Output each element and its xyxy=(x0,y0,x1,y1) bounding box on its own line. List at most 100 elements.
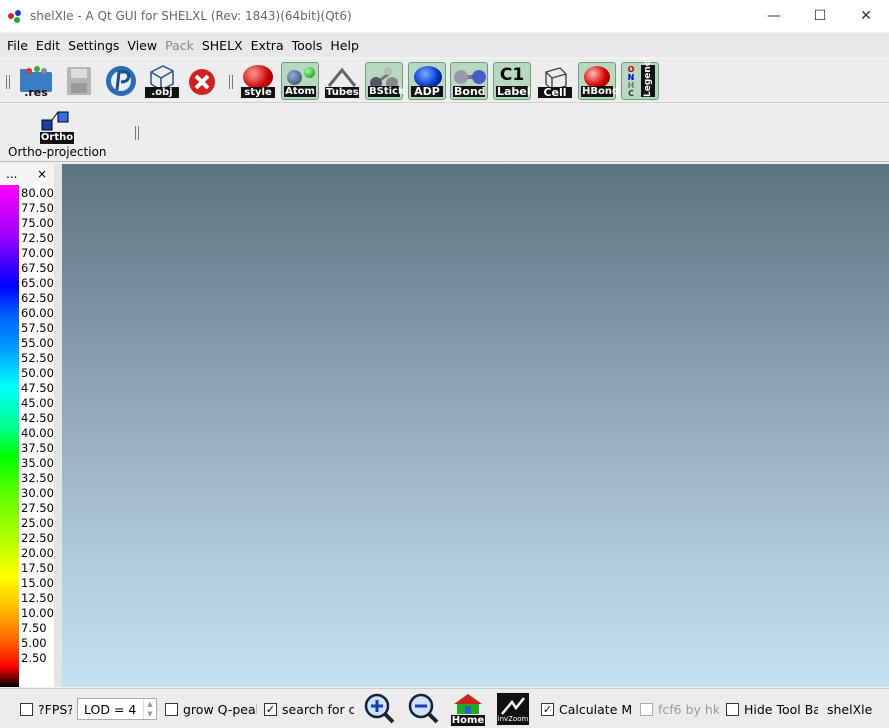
checkbox-box[interactable]: ✓ xyxy=(541,702,554,716)
scale-label: 67.50 xyxy=(21,261,54,275)
fcf6-checkbox: fcf6 by hkl xyxy=(640,699,719,719)
scale-label: 10.00 xyxy=(21,606,54,620)
grow-qpeak-checkbox[interactable]: grow Q-peal xyxy=(165,699,257,719)
cell-label: Cell xyxy=(538,87,572,98)
scale-label: 70.00 xyxy=(21,246,54,260)
menu-extra[interactable]: Extra xyxy=(247,38,288,53)
scale-label: 20.00 xyxy=(21,546,54,560)
app-icon xyxy=(7,8,23,24)
scale-label: 25.00 xyxy=(21,516,54,530)
title-bar: shelXle - A Qt GUI for SHELXL (Rev: 1843… xyxy=(0,0,889,32)
scale-label: 80.00 xyxy=(21,186,54,200)
checkbox-box[interactable] xyxy=(726,702,739,716)
hbond-icon xyxy=(584,66,610,88)
menu-file[interactable]: File xyxy=(3,38,32,53)
atom-button[interactable]: Atom xyxy=(281,62,319,100)
menu-help[interactable]: Help xyxy=(326,38,363,53)
ortho-projection-button[interactable]: Ortho xyxy=(40,110,74,144)
scale-label: 40.00 xyxy=(21,426,54,440)
checkbox-box[interactable] xyxy=(165,702,178,716)
scale-labels: 80.00 77.50 75.00 72.50 70.00 67.50 65.00 62.50… xyxy=(21,186,54,666)
maximize-button[interactable]: ☐ xyxy=(797,0,843,32)
zoom-in-button[interactable] xyxy=(362,692,396,726)
home-icon xyxy=(454,694,482,714)
scale-label: 37.50 xyxy=(21,441,54,455)
menu-view[interactable]: View xyxy=(123,38,161,53)
open-res-button[interactable]: .res xyxy=(17,62,55,100)
scale-label: 55.00 xyxy=(21,336,54,350)
toolbar-handle[interactable] xyxy=(6,75,10,89)
tubes-button[interactable]: Tubes xyxy=(323,62,361,100)
scale-label: 5.00 xyxy=(21,636,47,650)
inverse-zoom-button[interactable]: invZoom xyxy=(496,692,530,726)
checkbox-box[interactable] xyxy=(20,702,33,716)
povray-icon xyxy=(106,66,136,96)
scale-float-button[interactable]: ... xyxy=(6,167,17,181)
home-label: Home xyxy=(451,715,485,726)
menu-pack: Pack xyxy=(165,37,194,53)
scale-label: 65.00 xyxy=(21,276,54,290)
scale-label: 32.50 xyxy=(21,471,54,485)
menu-settings[interactable]: Settings xyxy=(64,38,123,53)
secondary-toolbar: Ortho Ortho-projection xyxy=(0,104,889,162)
hbond-button[interactable]: HBond xyxy=(578,62,619,100)
label-button[interactable]: C1 Label xyxy=(493,62,531,100)
fps-checkbox[interactable]: ?FPS? xyxy=(20,699,72,719)
scale-label: 12.50 xyxy=(21,591,54,605)
scale-label: 42.50 xyxy=(21,411,54,425)
close-button[interactable]: ✕ xyxy=(843,0,889,32)
lod-spinbox[interactable]: LOD = 4 ▲ ▼ xyxy=(77,698,157,720)
style-button[interactable]: style xyxy=(239,62,277,100)
scale-label: 52.50 xyxy=(21,351,54,365)
menu-shelx[interactable]: SHELX xyxy=(198,38,247,53)
close-file-button[interactable] xyxy=(183,62,221,100)
toolbar2-handle[interactable] xyxy=(135,126,139,140)
cell-button[interactable]: Cell xyxy=(536,62,574,100)
save-button xyxy=(60,62,98,100)
spin-arrows[interactable]: ▲ ▼ xyxy=(143,699,156,719)
window-title: shelXle - A Qt GUI for SHELXL (Rev: 1843… xyxy=(30,9,352,23)
scale-label: 15.00 xyxy=(21,576,54,590)
bond-button[interactable]: Bond xyxy=(450,62,488,100)
zoom-out-button[interactable] xyxy=(406,692,440,726)
scale-label: 17.50 xyxy=(21,561,54,575)
minimize-button[interactable]: — xyxy=(751,0,797,32)
atom-icon xyxy=(287,70,302,85)
scale-label: 27.50 xyxy=(21,501,54,515)
calculate-checkbox[interactable]: ✓ Calculate Ma xyxy=(541,699,633,719)
legend-button[interactable]: O N H C Legend xyxy=(621,60,659,100)
scale-close-button[interactable]: × xyxy=(37,167,47,181)
scale-label: 60.00 xyxy=(21,306,54,320)
search-checkbox[interactable]: ✓ search for d xyxy=(264,699,354,719)
splitter[interactable] xyxy=(54,164,62,687)
scale-label: 22.50 xyxy=(21,531,54,545)
ball-stick-button[interactable]: BStick xyxy=(365,62,405,100)
app-name-label: shelXle xyxy=(827,701,873,717)
checkbox-box[interactable]: ✓ xyxy=(264,702,277,716)
status-bar: ?FPS? LOD = 4 ▲ ▼ grow Q-peal ✓ search fo… xyxy=(0,688,889,728)
scale-label: 7.50 xyxy=(21,621,47,635)
menu-edit[interactable]: Edit xyxy=(32,38,64,53)
scale-label: 62.50 xyxy=(21,291,54,305)
atom-label: Atom xyxy=(284,86,316,97)
povray-button[interactable] xyxy=(102,62,140,100)
toolbar-separator xyxy=(229,75,233,89)
scale-label: 35.00 xyxy=(21,456,54,470)
zoom-in-icon xyxy=(364,693,395,724)
label-label: Label xyxy=(496,85,531,98)
hide-toolbar-checkbox[interactable]: Hide Tool Ba xyxy=(726,699,818,719)
scale-label: 2.50 xyxy=(21,651,47,665)
invzoom-label: invZoom xyxy=(497,715,529,723)
menu-tools[interactable]: Tools xyxy=(288,38,327,53)
close-circle-icon xyxy=(189,69,215,95)
adp-button[interactable]: ADP xyxy=(408,62,446,100)
scale-label: 45.00 xyxy=(21,396,54,410)
scale-label: 75.00 xyxy=(21,216,54,230)
ortho-caption: Ortho-projection xyxy=(8,145,107,159)
molecule-viewer[interactable] xyxy=(62,164,889,687)
scale-label: 57.50 xyxy=(21,321,54,335)
color-scale-bar xyxy=(0,185,19,687)
home-button[interactable]: Home xyxy=(451,692,485,726)
scale-label: 30.00 xyxy=(21,486,54,500)
export-obj-button[interactable]: .obj xyxy=(143,62,181,100)
